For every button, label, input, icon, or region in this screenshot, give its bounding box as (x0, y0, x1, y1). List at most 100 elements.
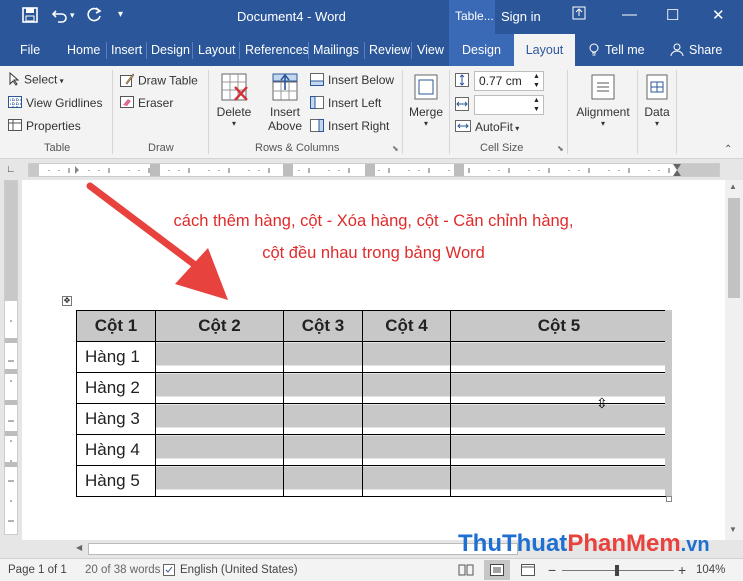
word-count[interactable]: 20 of 38 words (85, 564, 160, 576)
tab-table-design[interactable]: Design (462, 43, 501, 57)
table-header-cell[interactable]: Cột 1 (76, 310, 156, 342)
table-cell[interactable] (155, 403, 284, 435)
autofit-icon (455, 120, 471, 135)
tab-file[interactable]: File (20, 43, 40, 57)
tab-references[interactable]: References (245, 43, 309, 57)
maximize-icon[interactable]: ☐ (666, 6, 679, 24)
table-cell[interactable] (450, 403, 668, 435)
zoom-slider-thumb[interactable] (615, 565, 619, 576)
page-count[interactable]: Page 1 of 1 (8, 564, 67, 576)
tab-table-layout[interactable]: Layout (514, 34, 575, 66)
scroll-left-icon[interactable]: ◀ (76, 543, 82, 552)
table-cell[interactable] (450, 465, 668, 497)
eraser-button[interactable]: Eraser (120, 96, 173, 111)
table-cell[interactable] (450, 372, 668, 404)
scroll-up-icon[interactable]: ▲ (729, 182, 737, 191)
tab-insert[interactable]: Insert (111, 43, 142, 57)
table-cell[interactable] (362, 341, 451, 373)
table-cell[interactable] (283, 434, 363, 466)
close-icon[interactable]: ✕ (712, 6, 725, 24)
tab-view[interactable]: View (417, 43, 444, 57)
table-header-cell[interactable]: Cột 3 (283, 310, 363, 342)
table-cell[interactable] (155, 341, 284, 373)
vertical-scrollbar[interactable]: ▲ ▼ (725, 180, 743, 540)
read-mode-icon[interactable] (458, 564, 474, 579)
language-indicator[interactable]: English (United States) (180, 564, 298, 576)
tab-layout[interactable]: Layout (198, 43, 236, 57)
tab-mailings[interactable]: Mailings (313, 43, 359, 57)
word-table[interactable]: Cột 1 Cột 2 Cột 3 Cột 4 Cột 5 Hàng 1 Hàn… (76, 310, 668, 497)
web-layout-icon[interactable] (521, 564, 535, 579)
share-button[interactable]: Share (689, 43, 722, 57)
table-cell[interactable] (155, 434, 284, 466)
row-height-spinner[interactable]: ▲ ▼ (530, 71, 544, 91)
autofit-button[interactable]: AutoFit ▾ (455, 120, 519, 135)
insert-below-button[interactable]: Insert Below (310, 73, 394, 89)
tab-design[interactable]: Design (151, 43, 190, 57)
table-cell[interactable] (362, 403, 451, 435)
table-cell[interactable] (450, 341, 668, 373)
table-cell[interactable] (283, 465, 363, 497)
delete-button[interactable]: Delete ▾ (214, 72, 254, 128)
insert-above-button[interactable]: Insert Above (265, 72, 305, 133)
row-label-cell[interactable]: Hàng 4 (76, 434, 156, 466)
table-cell[interactable] (283, 372, 363, 404)
share-icon[interactable] (670, 43, 684, 60)
document-page[interactable]: cách thêm hàng, cột - Xóa hàng, cột - Că… (22, 180, 725, 540)
tab-separator (308, 42, 309, 59)
table-resize-handle-icon[interactable] (666, 496, 672, 502)
table-header-cell[interactable]: Cột 5 (450, 310, 668, 342)
lightbulb-icon (588, 43, 600, 60)
tab-home[interactable]: Home (67, 43, 100, 57)
ribbon-display-options-icon[interactable] (572, 6, 586, 24)
table-cell[interactable] (283, 341, 363, 373)
horizontal-scroll-thumb[interactable] (88, 543, 518, 555)
horizontal-ruler[interactable]: ∟ (0, 160, 743, 180)
tab-review[interactable]: Review (369, 43, 410, 57)
rows-columns-dialog-launcher-icon[interactable]: ⬊ (392, 144, 399, 153)
zoom-out-icon[interactable]: − (548, 562, 556, 578)
customize-qat-icon[interactable]: ▾ (118, 9, 123, 20)
vertical-ruler[interactable] (0, 180, 20, 540)
insert-left-button[interactable]: Insert Left (310, 96, 381, 112)
draw-table-button[interactable]: Draw Table (120, 73, 198, 90)
row-label-cell[interactable]: Hàng 3 (76, 403, 156, 435)
cell-size-dialog-launcher-icon[interactable]: ⬊ (557, 144, 564, 153)
save-icon[interactable] (22, 7, 38, 28)
properties-button[interactable]: Properties (8, 119, 81, 134)
merge-button[interactable]: Merge ▾ (406, 72, 446, 128)
undo-dropdown-icon[interactable]: ▾ (70, 10, 75, 21)
column-width-spinner[interactable]: ▲ ▼ (530, 95, 544, 115)
proofing-icon[interactable] (163, 564, 175, 579)
scroll-down-icon[interactable]: ▼ (729, 525, 737, 534)
minimize-icon[interactable]: — (622, 6, 637, 23)
data-button[interactable]: Data ▾ (640, 72, 674, 128)
insert-right-button[interactable]: Insert Right (310, 119, 389, 135)
table-cell[interactable] (283, 403, 363, 435)
row-label-cell[interactable]: Hàng 1 (76, 341, 156, 373)
table-cell[interactable] (450, 434, 668, 466)
table-cell[interactable] (362, 372, 451, 404)
zoom-in-icon[interactable]: + (678, 562, 686, 578)
tab-selector-icon[interactable]: ∟ (6, 164, 16, 175)
sign-in-link[interactable]: Sign in (501, 9, 541, 24)
table-cell[interactable] (155, 465, 284, 497)
zoom-level[interactable]: 104% (696, 564, 725, 576)
insert-left-label: Insert Left (328, 96, 382, 111)
collapse-ribbon-icon[interactable]: ⌃ (724, 144, 732, 155)
row-label-cell[interactable]: Hàng 2 (76, 372, 156, 404)
redo-icon[interactable] (86, 7, 102, 28)
table-cell[interactable] (362, 434, 451, 466)
tell-me-box[interactable]: Tell me (605, 43, 645, 57)
vertical-scroll-thumb[interactable] (728, 198, 740, 298)
select-button[interactable]: Select ▾ (8, 71, 64, 89)
row-label-cell[interactable]: Hàng 5 (76, 465, 156, 497)
view-gridlines-button[interactable]: View Gridlines (8, 96, 102, 111)
table-header-cell[interactable]: Cột 4 (362, 310, 451, 342)
table-cell[interactable] (155, 372, 284, 404)
table-move-handle-icon[interactable]: ✥ (62, 296, 72, 306)
alignment-button[interactable]: Alignment ▾ (572, 72, 634, 128)
undo-icon[interactable] (51, 7, 68, 28)
table-header-cell[interactable]: Cột 2 (155, 310, 284, 342)
table-cell[interactable] (362, 465, 451, 497)
